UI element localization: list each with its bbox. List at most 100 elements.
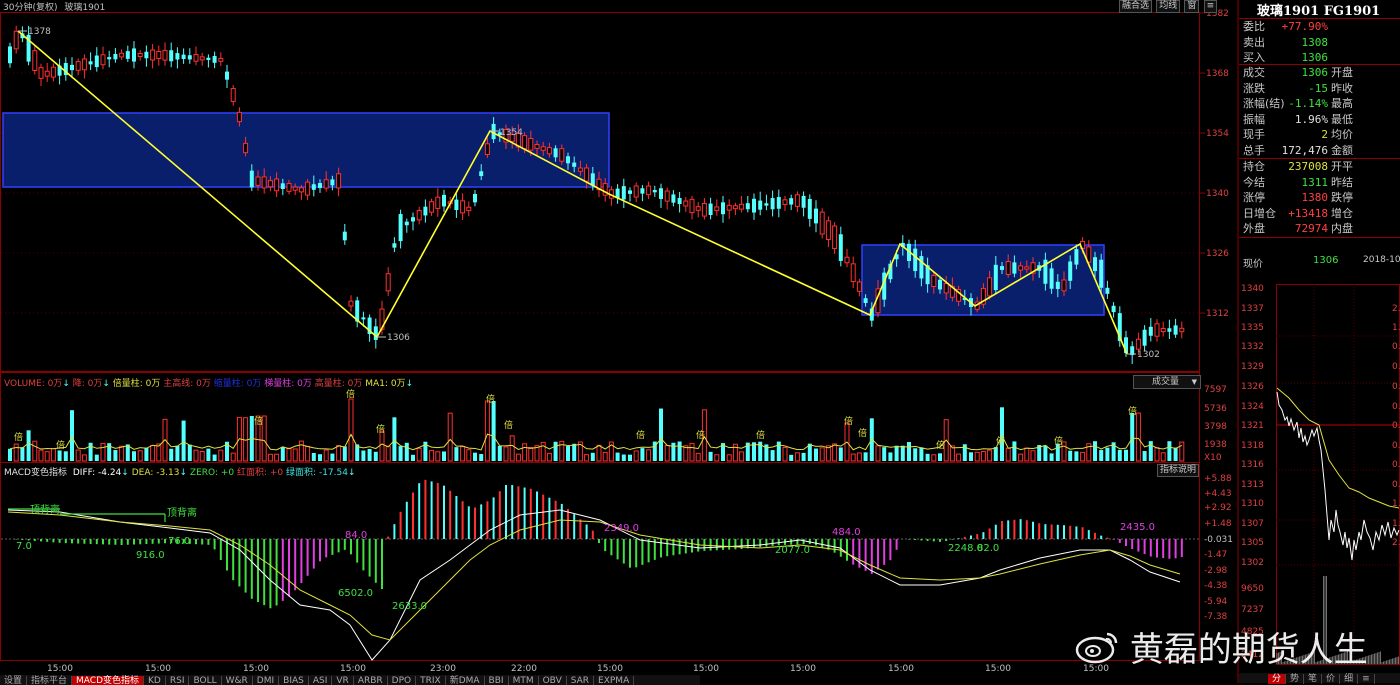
volume-bar — [38, 449, 44, 462]
volume-bar — [894, 445, 899, 461]
volume-dropdown[interactable]: 成交量 ▼ — [1133, 375, 1201, 389]
tab-arbr[interactable]: ARBR — [354, 676, 388, 685]
candle — [659, 188, 663, 199]
volume-bar — [206, 448, 211, 461]
quote-row: 涨幅(结) -1.14% 最高 — [1240, 96, 1400, 112]
volume-bar — [1000, 407, 1004, 461]
tab-dpo[interactable]: DPO — [388, 676, 417, 685]
volume-bar — [708, 451, 713, 461]
volume-bar — [974, 451, 980, 462]
tab-sar[interactable]: SAR — [567, 676, 595, 685]
candle — [181, 54, 186, 60]
volume-bar — [50, 448, 56, 462]
candle — [522, 135, 528, 150]
tab-expma[interactable]: EXPMA — [594, 676, 635, 685]
header-toolbar: 融合选 均线 窗 ≡ — [1118, 0, 1218, 13]
candle — [255, 176, 261, 186]
window-button[interactable]: 窗 — [1184, 0, 1200, 13]
volume-bar — [1117, 449, 1122, 461]
tab-indicator-platform[interactable]: 指标平台 — [27, 676, 73, 685]
tab-wr[interactable]: W&R — [222, 676, 253, 685]
tab-bias[interactable]: BIAS — [279, 676, 309, 685]
tab-new-dma[interactable]: 新DMA — [446, 676, 485, 685]
volume-bar — [100, 442, 106, 462]
volume-bar — [900, 445, 905, 461]
volume-bar — [175, 445, 180, 461]
tab-rsi[interactable]: RSI — [166, 676, 190, 685]
volume-bar — [144, 447, 149, 461]
volume-bar — [969, 452, 973, 461]
macd-red-area: 红面积: +0 — [237, 468, 284, 478]
volume-bar — [286, 447, 292, 462]
menu-button[interactable]: ≡ — [1203, 0, 1218, 13]
double-volume-mark: 倍 — [756, 429, 765, 441]
price-axis: 1382 1368 1354 1340 1326 1312 — [1200, 9, 1229, 319]
candle — [695, 206, 701, 211]
tab-asi[interactable]: ASI — [309, 676, 333, 685]
legend-volume: VOLUME: 0万 — [4, 379, 63, 389]
volume-bar — [392, 417, 397, 461]
candle — [156, 51, 162, 59]
svg-text:1354: 1354 — [1206, 129, 1229, 139]
candle — [938, 279, 942, 290]
tab-obv[interactable]: OBV — [539, 676, 567, 685]
tab-boll[interactable]: BOLL — [189, 676, 222, 685]
volume-bar — [13, 443, 19, 462]
candle — [1093, 257, 1097, 272]
quote-label: 振幅 — [1243, 112, 1265, 126]
volume-bar — [373, 451, 378, 461]
volume-bar — [447, 412, 453, 462]
svg-text:-5.94: -5.94 — [1204, 597, 1228, 607]
quote-value: 2 — [1321, 128, 1328, 142]
tab-macd[interactable]: MACD变色指标 — [72, 676, 145, 685]
volume-bar — [94, 454, 99, 461]
volume-bar — [913, 448, 918, 461]
svg-text:X10: X10 — [1204, 453, 1222, 463]
volume-bar — [1105, 447, 1110, 461]
tab-mtm[interactable]: MTM — [509, 676, 539, 685]
svg-text:+2.92: +2.92 — [1204, 503, 1232, 513]
volume-bar — [305, 445, 311, 462]
volume-bar — [416, 447, 422, 462]
candle — [708, 203, 713, 216]
mini-axis-label: 1335 — [1241, 323, 1264, 333]
volume-bar — [1080, 451, 1086, 462]
volume-bar — [863, 452, 868, 461]
candle — [572, 162, 577, 167]
tab-dmi[interactable]: DMI — [253, 676, 280, 685]
tab-bbi[interactable]: BBI — [485, 676, 509, 685]
candle — [38, 67, 44, 79]
volume-bar — [1093, 441, 1097, 461]
volume-bar — [26, 430, 31, 461]
period-label: 30分钟(复权) — [3, 3, 58, 13]
quote-label: 持仓 — [1243, 160, 1265, 173]
current-price-value: 1306 — [1313, 255, 1339, 266]
mini-pct-label: 2. — [1392, 304, 1400, 314]
fusion-select-button[interactable]: 融合选 — [1119, 0, 1153, 13]
macd-title[interactable]: MACD变色指标 — [4, 468, 67, 478]
volume-bar — [633, 450, 639, 462]
tab-settings[interactable]: 设置 — [0, 676, 28, 685]
volume-bar — [491, 401, 496, 461]
ma-button[interactable]: 均线 — [1156, 0, 1181, 13]
quote-label-2: 跌停 — [1331, 191, 1353, 205]
svg-text:2633.0: 2633.0 — [392, 601, 427, 612]
tab-vr[interactable]: VR — [332, 676, 354, 685]
candle — [540, 146, 546, 151]
volume-bar — [789, 454, 794, 461]
quote-value: 1308 — [1301, 35, 1329, 49]
candlestick-chart[interactable]: 1378 1354 1306 1302 1382 1368 1354 1340 … — [0, 0, 1240, 683]
tab-trix[interactable]: TRIX — [416, 676, 446, 685]
svg-text:-0.031: -0.031 — [1204, 535, 1233, 545]
quote-value: 1306 — [1301, 51, 1329, 65]
candle — [689, 198, 695, 214]
indicator-help-button[interactable]: 指标说明 — [1157, 464, 1200, 477]
quote-row: 现手 2 均价 — [1240, 127, 1400, 143]
candle — [50, 66, 56, 78]
volume-axis: 7597 5736 3798 1938 X10 — [1204, 385, 1227, 463]
tab-kd[interactable]: KD — [144, 676, 166, 685]
volume-bar — [1099, 449, 1104, 461]
candle — [1111, 305, 1116, 313]
candle — [385, 273, 391, 292]
candle — [789, 198, 794, 205]
